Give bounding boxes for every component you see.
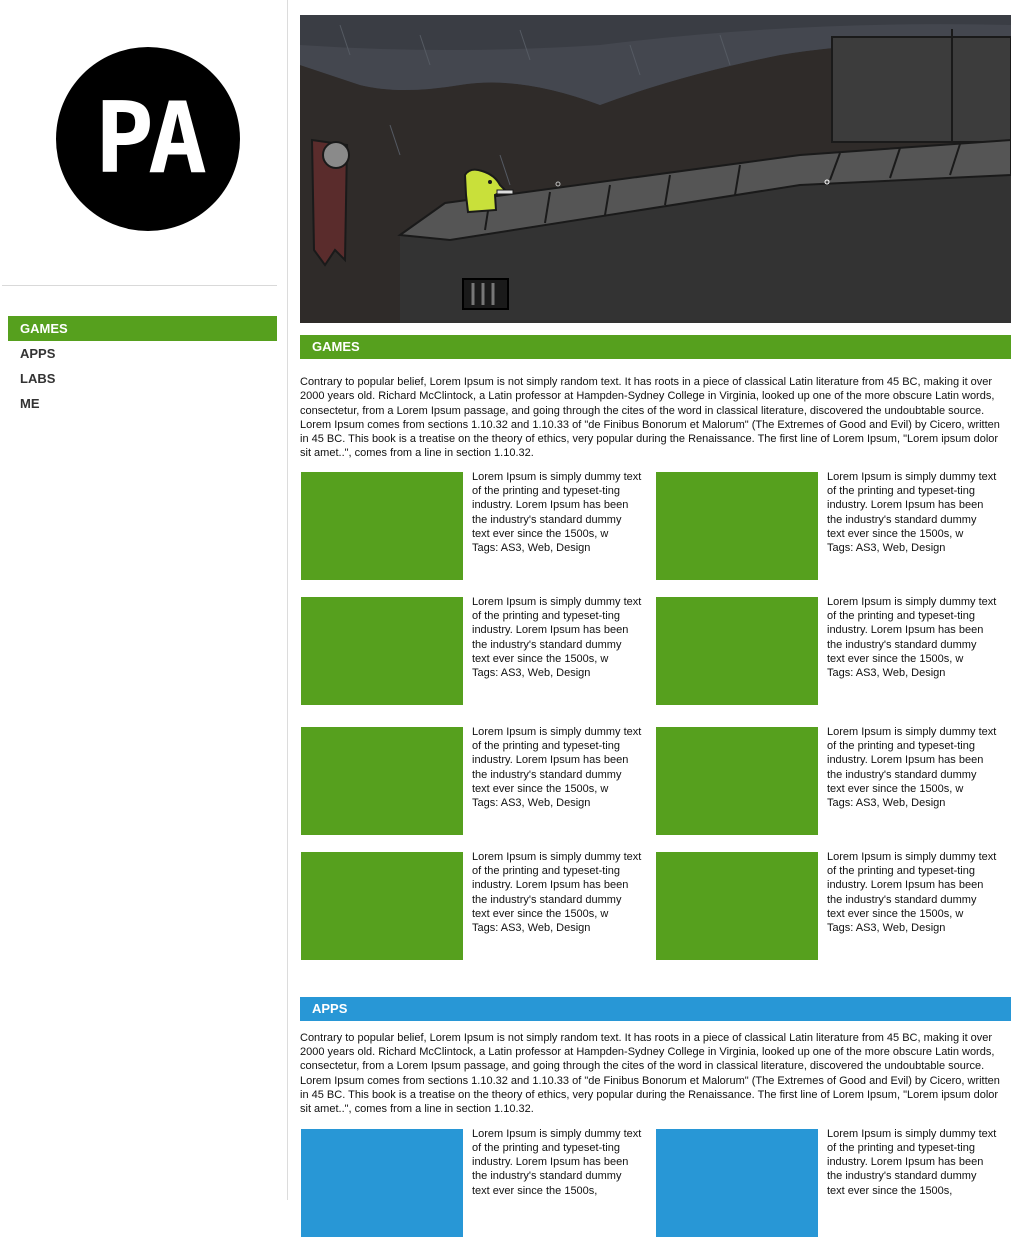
- card-description: Lorem Ipsum is simply dummy text of the …: [827, 470, 997, 540]
- sidebar: PA GAMES APPS LABS ME: [0, 0, 288, 1200]
- list-item[interactable]: Lorem Ipsum is simply dummy text of the …: [300, 470, 655, 580]
- list-item[interactable]: Lorem Ipsum is simply dummy text of the …: [655, 595, 1011, 705]
- sidebar-divider: [2, 285, 277, 286]
- card-thumbnail[interactable]: [301, 851, 463, 960]
- apps-grid: Lorem Ipsum is simply dummy text of the …: [300, 1127, 1011, 1237]
- card-description: Lorem Ipsum is simply dummy text of the …: [827, 725, 997, 795]
- hero-game-screenshot[interactable]: [300, 15, 1011, 323]
- apps-intro: Contrary to popular belief, Lorem Ipsum …: [300, 1031, 1000, 1116]
- card-thumbnail[interactable]: [656, 851, 818, 960]
- logo-text: PA: [94, 82, 207, 196]
- card-tags: Tags: AS3, Web, Design: [472, 667, 591, 680]
- list-item[interactable]: Lorem Ipsum is simply dummy text of the …: [300, 725, 655, 835]
- games-grid: Lorem Ipsum is simply dummy text of the …: [300, 470, 1011, 960]
- card-thumbnail[interactable]: [301, 471, 463, 580]
- main-nav: GAMES APPS LABS ME: [8, 316, 277, 416]
- card-thumbnail[interactable]: [301, 596, 463, 705]
- hero-illustration: [300, 15, 1011, 323]
- card-tags: Tags: AS3, Web, Design: [827, 667, 946, 680]
- logo[interactable]: PA: [56, 47, 240, 231]
- list-item[interactable]: Lorem Ipsum is simply dummy text of the …: [655, 1127, 1011, 1237]
- list-item[interactable]: Lorem Ipsum is simply dummy text of the …: [300, 595, 655, 705]
- card-tags: Tags: AS3, Web, Design: [827, 542, 946, 555]
- card-description: Lorem Ipsum is simply dummy text of the …: [827, 1127, 997, 1197]
- nav-item-games[interactable]: GAMES: [8, 316, 277, 341]
- card-description: Lorem Ipsum is simply dummy text of the …: [472, 470, 642, 540]
- card-tags: Tags: AS3, Web, Design: [827, 922, 946, 935]
- card-description: Lorem Ipsum is simply dummy text of the …: [472, 725, 642, 795]
- list-item[interactable]: Lorem Ipsum is simply dummy text of the …: [300, 1127, 655, 1237]
- card-tags: Tags: AS3, Web, Design: [472, 922, 591, 935]
- card-thumbnail[interactable]: [656, 1128, 818, 1237]
- list-item[interactable]: Lorem Ipsum is simply dummy text of the …: [300, 850, 655, 960]
- nav-item-apps[interactable]: APPS: [8, 341, 277, 366]
- card-tags: Tags: AS3, Web, Design: [827, 797, 946, 810]
- card-thumbnail[interactable]: [656, 471, 818, 580]
- card-description: Lorem Ipsum is simply dummy text of the …: [827, 595, 997, 665]
- card-tags: Tags: AS3, Web, Design: [472, 797, 591, 810]
- card-description: Lorem Ipsum is simply dummy text of the …: [827, 850, 997, 920]
- card-thumbnail[interactable]: [301, 1128, 463, 1237]
- card-description: Lorem Ipsum is simply dummy text of the …: [472, 595, 642, 665]
- card-description: Lorem Ipsum is simply dummy text of the …: [472, 850, 642, 920]
- main-content: GAMES Contrary to popular belief, Lorem …: [300, 15, 1011, 1237]
- card-thumbnail[interactable]: [301, 726, 463, 835]
- section-header-apps: APPS: [300, 996, 1011, 1021]
- card-description: Lorem Ipsum is simply dummy text of the …: [472, 1127, 642, 1197]
- card-thumbnail[interactable]: [656, 596, 818, 705]
- section-header-games: GAMES: [300, 335, 1011, 359]
- list-item[interactable]: Lorem Ipsum is simply dummy text of the …: [655, 725, 1011, 835]
- card-thumbnail[interactable]: [656, 726, 818, 835]
- card-tags: Tags: AS3, Web, Design: [472, 542, 591, 555]
- nav-item-labs[interactable]: LABS: [8, 366, 277, 391]
- list-item[interactable]: Lorem Ipsum is simply dummy text of the …: [655, 850, 1011, 960]
- nav-item-me[interactable]: ME: [8, 391, 277, 416]
- games-intro: Contrary to popular belief, Lorem Ipsum …: [300, 376, 1000, 460]
- list-item[interactable]: Lorem Ipsum is simply dummy text of the …: [655, 470, 1011, 580]
